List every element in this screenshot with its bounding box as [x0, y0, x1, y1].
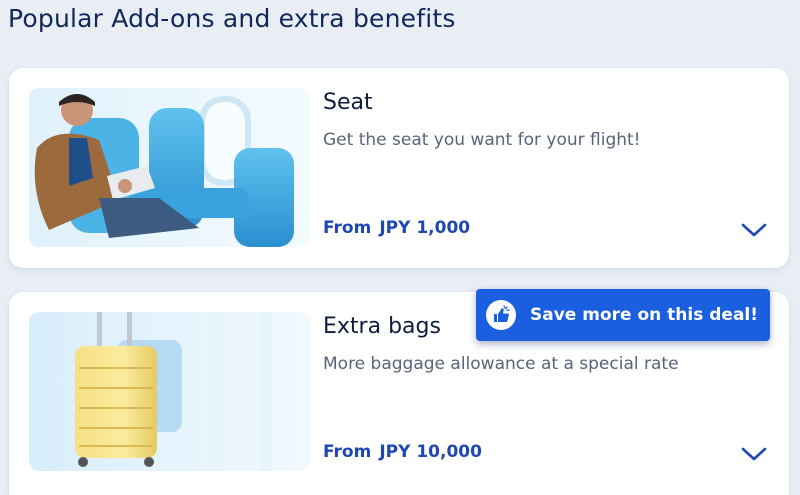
price-value: JPY 10,000 [379, 442, 482, 462]
addon-card-seat[interactable]: Seat Get the seat you want for your flig… [9, 68, 789, 268]
deal-badge-label: Save more on this deal! [530, 305, 759, 325]
luggage-image [29, 312, 310, 471]
seat-image [29, 88, 310, 247]
addon-price: From JPY 1,000 [323, 218, 470, 238]
price-prefix: From [323, 218, 372, 238]
thumbs-up-icon [486, 300, 516, 330]
chevron-down-icon[interactable] [741, 222, 767, 238]
addon-title: Extra bags [323, 314, 441, 339]
addon-price: From JPY 10,000 [323, 442, 482, 462]
price-prefix: From [323, 442, 372, 462]
addon-description: More baggage allowance at a special rate [323, 354, 679, 374]
section-title: Popular Add-ons and extra benefits [8, 4, 456, 33]
addon-title: Seat [323, 90, 373, 115]
price-value: JPY 1,000 [379, 218, 471, 238]
addon-description: Get the seat you want for your flight! [323, 130, 641, 150]
chevron-down-icon[interactable] [741, 446, 767, 462]
deal-badge: Save more on this deal! [476, 289, 770, 341]
